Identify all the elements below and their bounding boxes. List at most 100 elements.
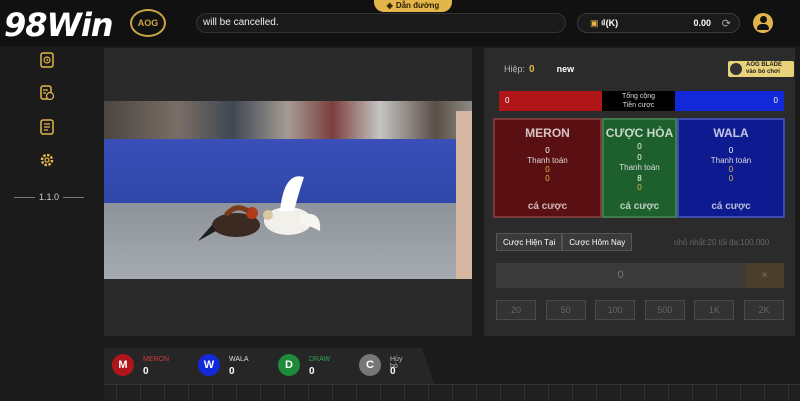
currency-label: ▣ ₫(K) [590,18,619,28]
meron-my-bet: 0 [545,174,550,183]
draw-odds-secondary: 0 [637,153,642,162]
live-video-panel [104,48,472,336]
roadmap-grid-line [260,385,261,401]
wala-odds: 0 [728,146,734,155]
bet-record-icon[interactable] [38,84,56,102]
wala-total: 0 [675,91,784,111]
draw-payout: 8 [637,174,642,183]
roadmap-grid-line [212,385,213,401]
meron-option-name: MERON [525,126,570,140]
wallet-icon: ▣ [590,18,599,28]
settings-icon[interactable] [38,151,56,169]
roadmap-grid-line [284,385,285,401]
result-roadmap-grid [104,384,800,401]
roadmap-grid-line [596,385,597,401]
meron-bet-label: cá cược [527,201,568,212]
draw-my-bet: 0 [637,183,642,192]
roadmap-grid-line [116,385,117,401]
draw-odds: 0 [637,142,642,151]
roadmap-grid-line [572,385,573,401]
meron-total: 0 [499,91,602,111]
tab-today-bets[interactable]: Cược Hôm Nay [562,233,633,251]
clear-amount-button[interactable]: × [745,263,784,288]
meron-bet-option[interactable]: MERON 0 Thanh toán 0 0 cá cược [493,118,602,218]
roadmap-grid-line [428,385,429,401]
chip-50[interactable]: 50 [545,300,586,320]
divider [14,196,35,198]
refresh-icon[interactable]: ⟳ [722,17,731,30]
draw-payout-label: Thanh toán [619,163,660,172]
totals-caption: Tổng cộng Tiền cược [602,91,675,111]
brand-logo[interactable]: 98Win [4,6,114,44]
divider [63,196,84,198]
round-label: Hiệp: [504,64,526,74]
bet-limits: nhỏ nhất:20 tối đa:100,000 [674,238,770,247]
chip-500[interactable]: 500 [644,300,685,320]
sidebar: 1.1.0 [0,46,96,400]
roadmap-grid-line [548,385,549,401]
version-label: 1.1.0 [38,192,60,202]
wala-bet-option[interactable]: WALA 0 Thanh toán 0 0 cá cược [677,118,785,218]
video-person-leg [456,111,472,279]
guide-button-label: Dẫn đường [395,0,440,10]
live-video-stream[interactable] [104,101,472,279]
chip-1k[interactable]: 1K [694,300,735,320]
roadmap-grid-line [188,385,189,401]
draw-option-name: CƯỢC HÒA [605,126,674,140]
roadmap-grid-line [140,385,141,401]
score-meron-label: MERON [143,356,170,363]
draw-bet-label: cá cược [619,201,660,212]
aog-badge-line1: AOG BLADE [746,62,782,68]
roadmap-grid-line [500,385,501,401]
compass-icon: ◈ [386,0,393,10]
wala-payout: 0 [728,165,734,174]
bet-amount-input[interactable]: 0 [496,263,745,288]
wala-circle-icon: W [198,354,220,376]
chip-2k[interactable]: 2K [743,300,784,320]
roadmap-grid-line [404,385,405,401]
history-icon[interactable] [38,51,56,69]
round-info: Hiệp: 0 new [504,64,574,75]
chip-100[interactable]: 100 [595,300,636,320]
cancelled-circle-icon: C [359,354,381,376]
announcement-ticker: will be cancelled. [196,13,566,33]
video-crowd [104,101,472,139]
totals-caption-line1: Tổng cộng [621,93,656,100]
roadmap-grid-line [524,385,525,401]
bet-totals-bar: 0 Tổng cộng Tiền cược 0 [499,91,784,111]
roadmap-grid-line [788,385,789,401]
version-info: 1.1.0 [14,192,84,202]
roadmap-grid-line [236,385,237,401]
bet-choices: MERON 0 Thanh toán 0 0 cá cược CƯỢC HÒA … [493,118,785,218]
score-draw-value: 0 [309,366,315,377]
roadmap-grid-line [644,385,645,401]
roadmap-grid-line [620,385,621,401]
roadmap-grid-line [164,385,165,401]
aog-blade-badge[interactable]: AOG BLADE vào bỏ chơi [728,61,794,77]
statement-icon[interactable] [38,118,56,136]
score-wala-label: WALA [229,356,249,363]
bet-history-tabs: Cược Hiện Tại Cược Hôm Nay [496,233,633,251]
roadmap-grid-line [716,385,717,401]
tab-current-bets[interactable]: Cược Hiện Tại [496,233,563,251]
aog-badge-line2: vào bỏ chơi [746,69,780,75]
wala-option-name: WALA [713,126,749,140]
round-number: 0 [529,64,535,75]
white-rooster-image [263,176,321,235]
score-meron-value: 0 [143,366,149,377]
user-avatar-icon[interactable] [753,13,773,33]
wallet-balance: ▣ ₫(K) 0.00 ⟳ [577,13,740,33]
draw-circle-icon: D [278,354,300,376]
roadmap-grid-line [668,385,669,401]
guide-button[interactable]: ◈ Dẫn đường [374,0,452,12]
meron-circle-icon: M [112,354,134,376]
draw-bet-option[interactable]: CƯỢC HÒA 0 0 Thanh toán 8 0 cá cược [602,118,677,218]
roadmap-grid-line [740,385,741,401]
totals-caption-line2: Tiền cược [622,102,655,109]
wala-my-bet: 0 [728,174,734,183]
balance-value: 0.00 [693,18,711,28]
roadmap-grid-line [764,385,765,401]
chip-20[interactable]: 20 [496,300,536,320]
roadmap-grid-line [356,385,357,401]
bet-amount-row: 0 × [496,263,784,288]
